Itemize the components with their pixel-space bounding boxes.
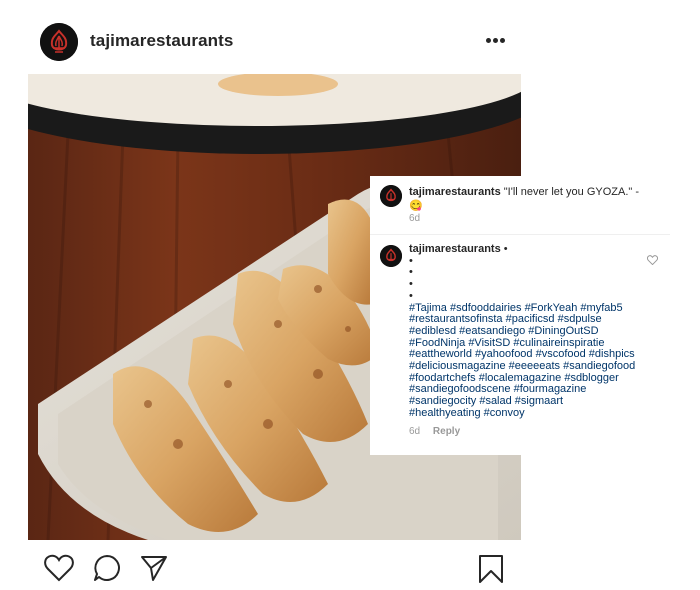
comment-bubble-icon[interactable] <box>93 554 121 582</box>
comment-username[interactable]: tajimarestaurants <box>409 243 501 255</box>
post-username[interactable]: tajimarestaurants <box>90 31 233 51</box>
reply-button[interactable]: Reply <box>433 426 460 437</box>
comment-panel: tajimarestaurants "I'll never let you GY… <box>370 176 670 455</box>
caption-timestamp: 6d <box>409 213 421 224</box>
more-horizontal-icon[interactable] <box>486 38 506 44</box>
bullet-line: • <box>409 289 413 302</box>
divider <box>370 234 670 235</box>
comment-like-heart-icon[interactable] <box>646 255 659 266</box>
bookmark-icon[interactable] <box>478 554 504 584</box>
comment-separator: • <box>503 243 508 255</box>
hashtag-comment: tajimarestaurants • • • • • #Tajima #sdf… <box>370 236 670 455</box>
post-header: tajimarestaurants <box>0 0 700 75</box>
share-send-icon[interactable] <box>140 554 168 582</box>
caption-username[interactable]: tajimarestaurants <box>409 186 501 198</box>
hashtag-line[interactable]: #deliciousmagazine #eeeeeats #sandiegofo… <box>409 360 649 373</box>
tajima-logo-icon <box>40 23 78 61</box>
avatar[interactable] <box>380 185 402 207</box>
hashtag-line[interactable]: #healthyeating #convoy <box>409 407 649 420</box>
bullet-line: • <box>409 254 413 267</box>
bullet-line: • <box>409 266 413 279</box>
bullet-line: • <box>409 278 413 291</box>
action-bar <box>0 545 700 590</box>
avatar[interactable] <box>40 23 78 61</box>
emoji: 😋 <box>409 200 423 212</box>
avatar[interactable] <box>380 245 402 267</box>
caption-comment: tajimarestaurants "I'll never let you GY… <box>370 176 670 236</box>
comment-meta: 6d Reply <box>409 426 649 438</box>
hashtag-line[interactable]: #ediblesd #eatsandiego #DiningOutSD <box>409 325 649 338</box>
comment-body: tajimarestaurants • • • • • #Tajima #sdf… <box>409 243 649 438</box>
tajima-logo-icon <box>380 185 402 207</box>
caption-body: "I'll never let you GYOZA." - <box>503 186 640 198</box>
caption-text: tajimarestaurants "I'll never let you GY… <box>409 185 649 213</box>
comment-timestamp: 6d <box>409 425 421 437</box>
like-heart-icon[interactable] <box>44 554 74 582</box>
tajima-logo-icon <box>380 245 402 267</box>
